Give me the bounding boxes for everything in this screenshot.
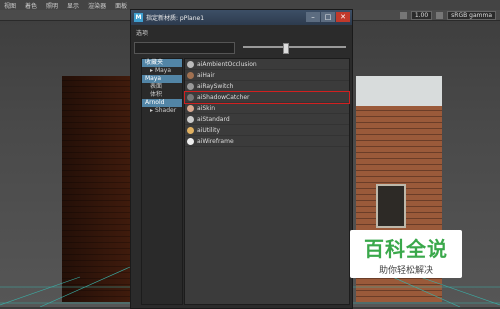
material-label: aiUtility [197, 126, 220, 134]
menu-panels[interactable]: 面板 [115, 1, 127, 10]
material-label: aiHair [197, 71, 215, 79]
tree-item-surface[interactable]: 表面 [142, 83, 182, 91]
material-list: aiAmbientOcclusion aiHair aiRaySwitch ai… [184, 58, 350, 305]
tree-item-maya[interactable]: Maya [142, 75, 182, 83]
sphere-icon [187, 82, 194, 90]
slider-handle[interactable] [283, 43, 289, 54]
material-label: aiWireframe [197, 137, 234, 145]
sphere-icon [187, 137, 194, 145]
watermark-subtitle: 助你轻松解决 [378, 266, 433, 276]
menu-show[interactable]: 显示 [67, 1, 79, 10]
material-item[interactable]: aiStandard [185, 114, 349, 125]
tree-item-maya-fav[interactable]: ▸ Maya [142, 67, 182, 75]
watermark-title: 百科全说 [364, 237, 448, 261]
colorspace-select[interactable]: sRGB gamma [447, 10, 496, 20]
material-item[interactable]: aiSkin [185, 103, 349, 114]
category-tree: 收藏夹 ▸ Maya Maya 表面 体积 Arnold ▸ Shader [141, 58, 183, 305]
gamma-value-field[interactable]: 1.00 [410, 10, 433, 20]
icon-size-slider[interactable] [243, 46, 346, 48]
material-label: aiShadowCatcher [197, 93, 250, 101]
assign-material-dialog: M 指定新材质: pPlane1 – □ ✕ 选项 收藏夹 ▸ Maya May… [130, 9, 353, 309]
material-item[interactable]: aiRaySwitch [185, 81, 349, 92]
expand-arrow-icon[interactable]: ▸ [150, 67, 153, 74]
tree-item-label: Shader [154, 107, 177, 114]
maximize-icon[interactable]: □ [321, 12, 335, 22]
colorspace-icon[interactable] [436, 11, 444, 19]
sphere-icon [187, 93, 194, 101]
menu-view[interactable]: 视图 [4, 1, 16, 10]
watermark-logo: 百科全说 助你轻松解决 [350, 230, 462, 278]
tree-item-arnold[interactable]: Arnold [142, 99, 182, 107]
building-window [376, 184, 406, 228]
maya-app-icon: M [134, 13, 143, 22]
material-item[interactable]: aiWireframe [185, 136, 349, 147]
tree-item-shader[interactable]: ▸ Shader [142, 107, 182, 115]
sky-area [356, 76, 442, 106]
sphere-icon [187, 126, 194, 134]
minimize-icon[interactable]: – [306, 12, 320, 22]
hair-icon [187, 71, 194, 79]
tree-item-volume[interactable]: 体积 [142, 91, 182, 99]
exposure-icon[interactable] [399, 11, 407, 19]
menu-lighting[interactable]: 照明 [46, 1, 58, 10]
expand-arrow-icon[interactable]: ▸ [150, 107, 153, 114]
material-item-highlighted[interactable]: aiShadowCatcher [184, 91, 350, 104]
material-label: aiRaySwitch [197, 82, 234, 90]
sphere-icon [187, 104, 194, 112]
close-icon[interactable]: ✕ [336, 12, 350, 22]
material-item[interactable]: aiHair [185, 70, 349, 81]
sphere-icon [187, 60, 194, 68]
sphere-icon [187, 115, 194, 123]
tree-item-label: Maya [154, 67, 172, 74]
options-menu[interactable]: 选项 [136, 28, 148, 37]
material-label: aiStandard [197, 115, 230, 123]
menu-renderer[interactable]: 渲染器 [88, 1, 106, 10]
window-controls: – □ ✕ [306, 12, 350, 22]
material-label: aiAmbientOcclusion [197, 60, 257, 68]
material-label: aiSkin [197, 104, 216, 112]
material-item[interactable]: aiAmbientOcclusion [185, 59, 349, 70]
dialog-titlebar[interactable]: M 指定新材质: pPlane1 – □ ✕ [131, 10, 352, 25]
filter-input[interactable] [134, 42, 235, 54]
material-item[interactable]: aiUtility [185, 125, 349, 136]
menu-shading[interactable]: 着色 [25, 1, 37, 10]
tree-item-favorites[interactable]: 收藏夹 [142, 59, 182, 67]
dialog-title: 指定新材质: pPlane1 [146, 15, 205, 22]
